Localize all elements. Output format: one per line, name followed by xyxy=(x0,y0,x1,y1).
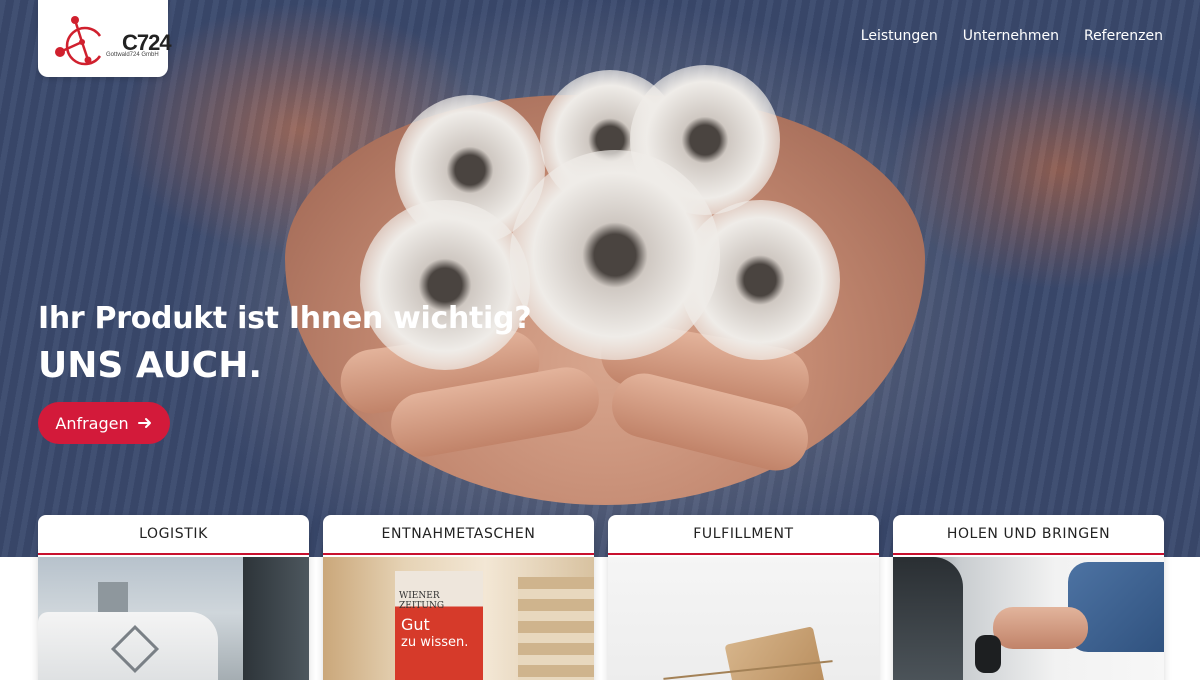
newspaper-bag: WIENER ZEITUNG Gut zu wissen. xyxy=(395,571,483,680)
card-title: LOGISTIK xyxy=(38,515,309,555)
anfragen-button[interactable]: Anfragen xyxy=(38,402,170,444)
newspaper-bag-brand: WIENER ZEITUNG xyxy=(399,591,445,611)
nav-item-unternehmen[interactable]: Unternehmen xyxy=(963,28,1059,44)
hero-headline: Ihr Produkt ist Ihnen wichtig? xyxy=(38,301,532,336)
car-key xyxy=(975,635,1001,673)
dandelion-puff xyxy=(510,150,720,360)
building-facade xyxy=(518,577,594,680)
card-image-logistik xyxy=(38,557,309,680)
nav-item-referenzen[interactable]: Referenzen xyxy=(1084,28,1163,44)
logo-company-name: Gottwald724 GmbH xyxy=(106,52,159,58)
service-card-fulfillment[interactable]: FULFILLMENT xyxy=(608,515,879,680)
hero-subheadline: UNS AUCH. xyxy=(38,345,263,386)
card-title: HOLEN UND BRINGEN xyxy=(893,515,1164,555)
service-card-entnahmetaschen[interactable]: ENTNAHMETASCHEN WIENER ZEITUNG Gut zu wi… xyxy=(323,515,594,680)
nav-item-leistungen[interactable]: Leistungen xyxy=(861,28,938,44)
newspaper-bag-text: Gut xyxy=(401,615,430,634)
card-image-holen-und-bringen xyxy=(893,557,1164,680)
card-title: FULFILLMENT xyxy=(608,515,879,555)
newspaper-bag-text: zu wissen. xyxy=(401,635,469,650)
logo[interactable]: C724 Gottwald724 GmbH xyxy=(38,0,172,77)
arrow-right-icon xyxy=(137,418,151,428)
car xyxy=(893,557,963,680)
building xyxy=(243,557,309,680)
service-card-holen-und-bringen[interactable]: HOLEN UND BRINGEN xyxy=(893,515,1164,680)
hand xyxy=(993,607,1088,649)
dandelion-puff xyxy=(360,200,530,370)
anfragen-button-label: Anfragen xyxy=(55,413,129,433)
hero-section: Ihr Produkt ist Ihnen wichtig? UNS AUCH.… xyxy=(0,0,1200,557)
card-image-fulfillment xyxy=(608,557,879,680)
parcel xyxy=(724,626,826,680)
main-nav: Leistungen Unternehmen Referenzen xyxy=(861,28,1163,44)
card-title: ENTNAHMETASCHEN xyxy=(323,515,594,555)
service-card-logistik[interactable]: LOGISTIK xyxy=(38,515,309,680)
card-image-entnahmetaschen: WIENER ZEITUNG Gut zu wissen. xyxy=(323,557,594,680)
